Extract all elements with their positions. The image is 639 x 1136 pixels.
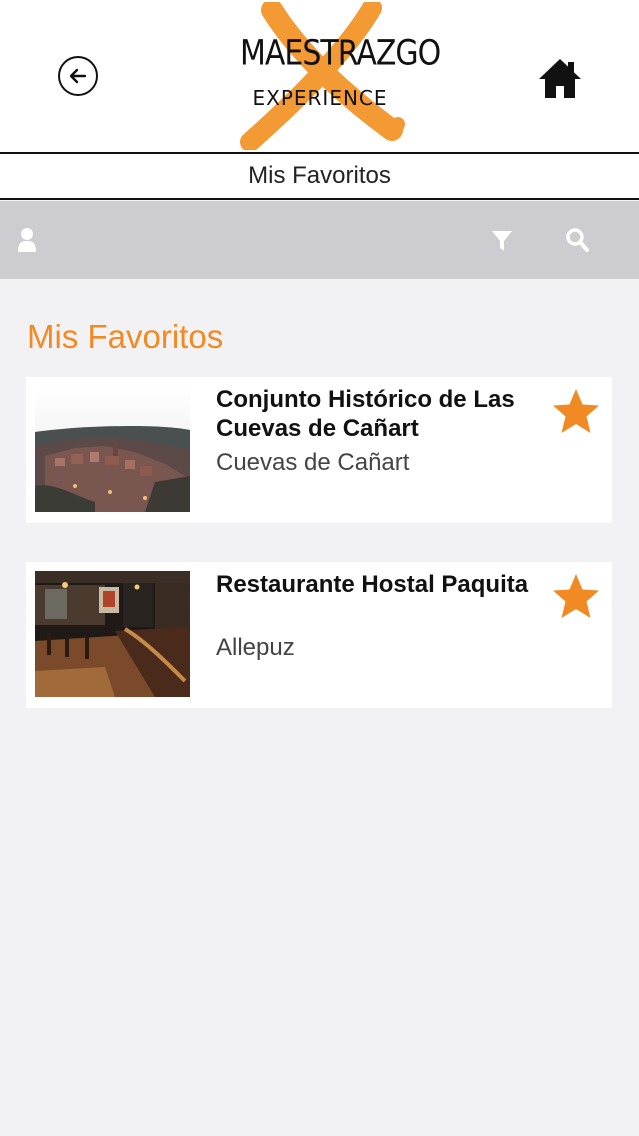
favorite-card[interactable]: Conjunto Histórico de Las Cuevas de Caña… bbox=[26, 377, 612, 523]
logo-subtitle: EXPERIENCE bbox=[252, 86, 388, 110]
card-title: Conjunto Histórico de Las Cuevas de Caña… bbox=[216, 386, 515, 442]
toolbar bbox=[0, 201, 639, 279]
logo-x-mark bbox=[240, 2, 405, 150]
user-icon[interactable] bbox=[17, 227, 37, 253]
village-photo bbox=[35, 386, 190, 512]
maestrazgo-logo: MAESTRAZGO EXPERIENCE bbox=[232, 2, 441, 150]
card-location: Cuevas de Cañart bbox=[216, 449, 410, 476]
back-button[interactable] bbox=[58, 56, 98, 96]
home-icon bbox=[539, 59, 581, 98]
star-icon bbox=[553, 389, 599, 433]
home-button[interactable] bbox=[537, 55, 583, 101]
page-title: Mis Favoritos bbox=[0, 152, 639, 200]
section-title: Mis Favoritos bbox=[27, 318, 224, 355]
header: MAESTRAZGO EXPERIENCE bbox=[0, 0, 639, 152]
restaurant-photo bbox=[35, 571, 190, 697]
card-location: Allepuz bbox=[216, 634, 295, 661]
app-screen: MAESTRAZGO EXPERIENCE Mis Favoritos Mis … bbox=[0, 0, 639, 1136]
arrow-left-icon bbox=[69, 68, 87, 84]
favorite-toggle[interactable] bbox=[551, 387, 601, 437]
filter-icon[interactable] bbox=[491, 229, 513, 253]
logo-title: MAESTRAZGO bbox=[240, 33, 441, 74]
favorite-card[interactable]: Restaurante Hostal Paquita Allepuz bbox=[26, 562, 612, 708]
card-title: Restaurante Hostal Paquita bbox=[216, 571, 529, 598]
favorite-toggle[interactable] bbox=[551, 572, 601, 622]
search-icon[interactable] bbox=[565, 227, 589, 253]
star-icon bbox=[553, 574, 599, 618]
